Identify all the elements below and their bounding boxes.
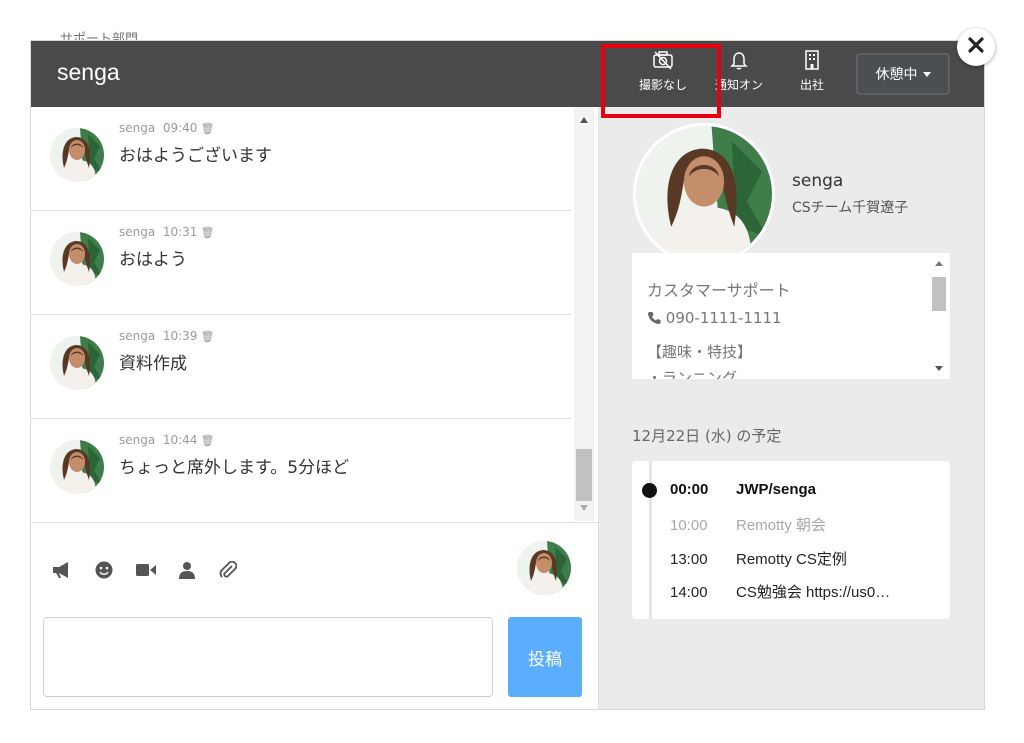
chat-panel: senga 09:40 🗑 おはようございます senga 10:31 🗑 おはよう… bbox=[31, 107, 598, 709]
profile-department: カスタマーサポート bbox=[647, 281, 791, 300]
message-meta: senga 10:39 🗑 bbox=[119, 329, 214, 343]
message-meta: senga 09:40 🗑 bbox=[119, 121, 214, 135]
list-item: senga 09:40 🗑 おはようございます bbox=[31, 107, 571, 211]
event-title: Remotty CS定例 bbox=[736, 551, 847, 568]
close-icon bbox=[968, 37, 984, 57]
info-scrollbar[interactable] bbox=[928, 253, 950, 379]
building-icon bbox=[787, 50, 837, 72]
trash-icon[interactable]: 🗑 bbox=[200, 122, 214, 135]
divider bbox=[31, 522, 598, 523]
message-time: 10:31 bbox=[162, 225, 198, 239]
schedule-list: 00:00 JWP/senga 10:00 Remotty 朝会 13:00 Remo… bbox=[632, 461, 950, 619]
avatar[interactable] bbox=[50, 128, 104, 182]
scrollbar-thumb[interactable] bbox=[576, 449, 592, 501]
event-title: Remotty 朝会 bbox=[736, 517, 827, 534]
schedule-item[interactable]: 14:00 CS勉強会 https://us0… bbox=[670, 581, 890, 602]
camera-off-label: 撮影なし bbox=[638, 78, 687, 92]
close-button[interactable] bbox=[957, 28, 995, 66]
message-input[interactable] bbox=[43, 617, 493, 697]
avatar[interactable] bbox=[50, 440, 104, 494]
profile-phone: 090-1111-1111 bbox=[665, 309, 782, 327]
current-event-marker bbox=[642, 483, 657, 498]
paperclip-icon[interactable] bbox=[219, 560, 238, 583]
profile-info: カスタマーサポート 090-1111-1111 【趣味・特技】 ・ランニング bbox=[632, 253, 950, 379]
event-title: CS勉強会 https://us0… bbox=[736, 584, 891, 601]
compose-avatar bbox=[517, 541, 571, 595]
phone-icon bbox=[647, 309, 666, 327]
profile-hobby-header: 【趣味・特技】 bbox=[647, 343, 753, 361]
profile-name: senga bbox=[792, 171, 844, 191]
profile-team: CSチーム千賀遼子 bbox=[792, 200, 909, 216]
scroll-down-icon[interactable] bbox=[935, 366, 943, 371]
message-user: senga bbox=[119, 225, 156, 239]
message-user: senga bbox=[119, 433, 156, 447]
schedule-item[interactable]: 00:00 JWP/senga bbox=[670, 481, 816, 498]
profile-panel: senga CSチーム千賀遼子 カスタマーサポート 090-1111-1111 … bbox=[598, 107, 984, 709]
message-text: おはようございます bbox=[119, 146, 272, 166]
page-title: senga bbox=[57, 59, 120, 85]
list-item: senga 10:39 🗑 資料作成 bbox=[31, 315, 571, 419]
schedule-title: 12月22日 (水) の予定 bbox=[632, 427, 782, 445]
video-icon[interactable] bbox=[135, 561, 157, 583]
profile-hobby-item: ・ランニング bbox=[647, 369, 738, 379]
office-button[interactable]: 出社 bbox=[787, 50, 837, 100]
message-user: senga bbox=[119, 329, 156, 343]
message-text: 資料作成 bbox=[119, 354, 187, 374]
event-time: 10:00 bbox=[670, 517, 708, 534]
message-meta: senga 10:44 🗑 bbox=[119, 433, 214, 447]
modal-header: senga 撮影なし 通知オン 出社 休憩中 bbox=[31, 41, 984, 107]
office-label: 出社 bbox=[799, 78, 824, 92]
event-time: 00:00 bbox=[670, 481, 709, 498]
list-item: senga 10:44 🗑 ちょっと席外します。5分ほど bbox=[31, 419, 571, 523]
bell-icon bbox=[707, 50, 771, 72]
chevron-down-icon bbox=[922, 71, 931, 77]
message-time: 09:40 bbox=[162, 121, 198, 135]
message-text: ちょっと席外します。5分ほど bbox=[119, 458, 350, 478]
profile-photo bbox=[633, 123, 775, 265]
notification-button[interactable]: 通知オン bbox=[707, 50, 771, 100]
message-scrollbar[interactable] bbox=[574, 107, 594, 521]
notification-label: 通知オン bbox=[714, 78, 763, 92]
event-time: 13:00 bbox=[670, 551, 708, 568]
avatar[interactable] bbox=[50, 232, 104, 286]
schedule-item[interactable]: 10:00 Remotty 朝会 bbox=[670, 514, 826, 535]
message-user: senga bbox=[119, 121, 156, 135]
profile-phone-row: 090-1111-1111 bbox=[647, 309, 782, 327]
message-time: 10:44 bbox=[162, 433, 198, 447]
scroll-up-icon[interactable] bbox=[580, 117, 588, 123]
chat-modal: senga 撮影なし 通知オン 出社 休憩中 senga 09:40 🗑 おはよ… bbox=[31, 41, 984, 709]
message-text: おはよう bbox=[119, 250, 187, 270]
event-time: 14:00 bbox=[670, 584, 708, 601]
message-list: senga 09:40 🗑 おはようございます senga 10:31 🗑 おはよう… bbox=[31, 107, 571, 521]
post-button[interactable]: 投稿 bbox=[508, 617, 582, 697]
camera-off-button[interactable]: 撮影なし bbox=[631, 50, 695, 100]
status-label: 休憩中 bbox=[875, 67, 918, 83]
schedule-item[interactable]: 13:00 Remotty CS定例 bbox=[670, 548, 847, 569]
camera-off-icon bbox=[631, 50, 695, 72]
megaphone-icon[interactable] bbox=[51, 561, 73, 583]
scrollbar-thumb[interactable] bbox=[932, 277, 946, 311]
smiley-icon[interactable] bbox=[95, 561, 113, 583]
avatar[interactable] bbox=[50, 336, 104, 390]
trash-icon[interactable]: 🗑 bbox=[200, 226, 214, 239]
message-meta: senga 10:31 🗑 bbox=[119, 225, 214, 239]
list-item: senga 10:31 🗑 おはよう bbox=[31, 211, 571, 315]
event-title: JWP/senga bbox=[736, 481, 817, 498]
scroll-up-icon[interactable] bbox=[935, 261, 943, 266]
trash-icon[interactable]: 🗑 bbox=[200, 434, 214, 447]
person-icon[interactable] bbox=[178, 561, 196, 583]
status-dropdown[interactable]: 休憩中 bbox=[856, 53, 950, 95]
trash-icon[interactable]: 🗑 bbox=[200, 330, 214, 343]
scroll-down-icon[interactable] bbox=[580, 505, 588, 511]
message-time: 10:39 bbox=[162, 329, 198, 343]
